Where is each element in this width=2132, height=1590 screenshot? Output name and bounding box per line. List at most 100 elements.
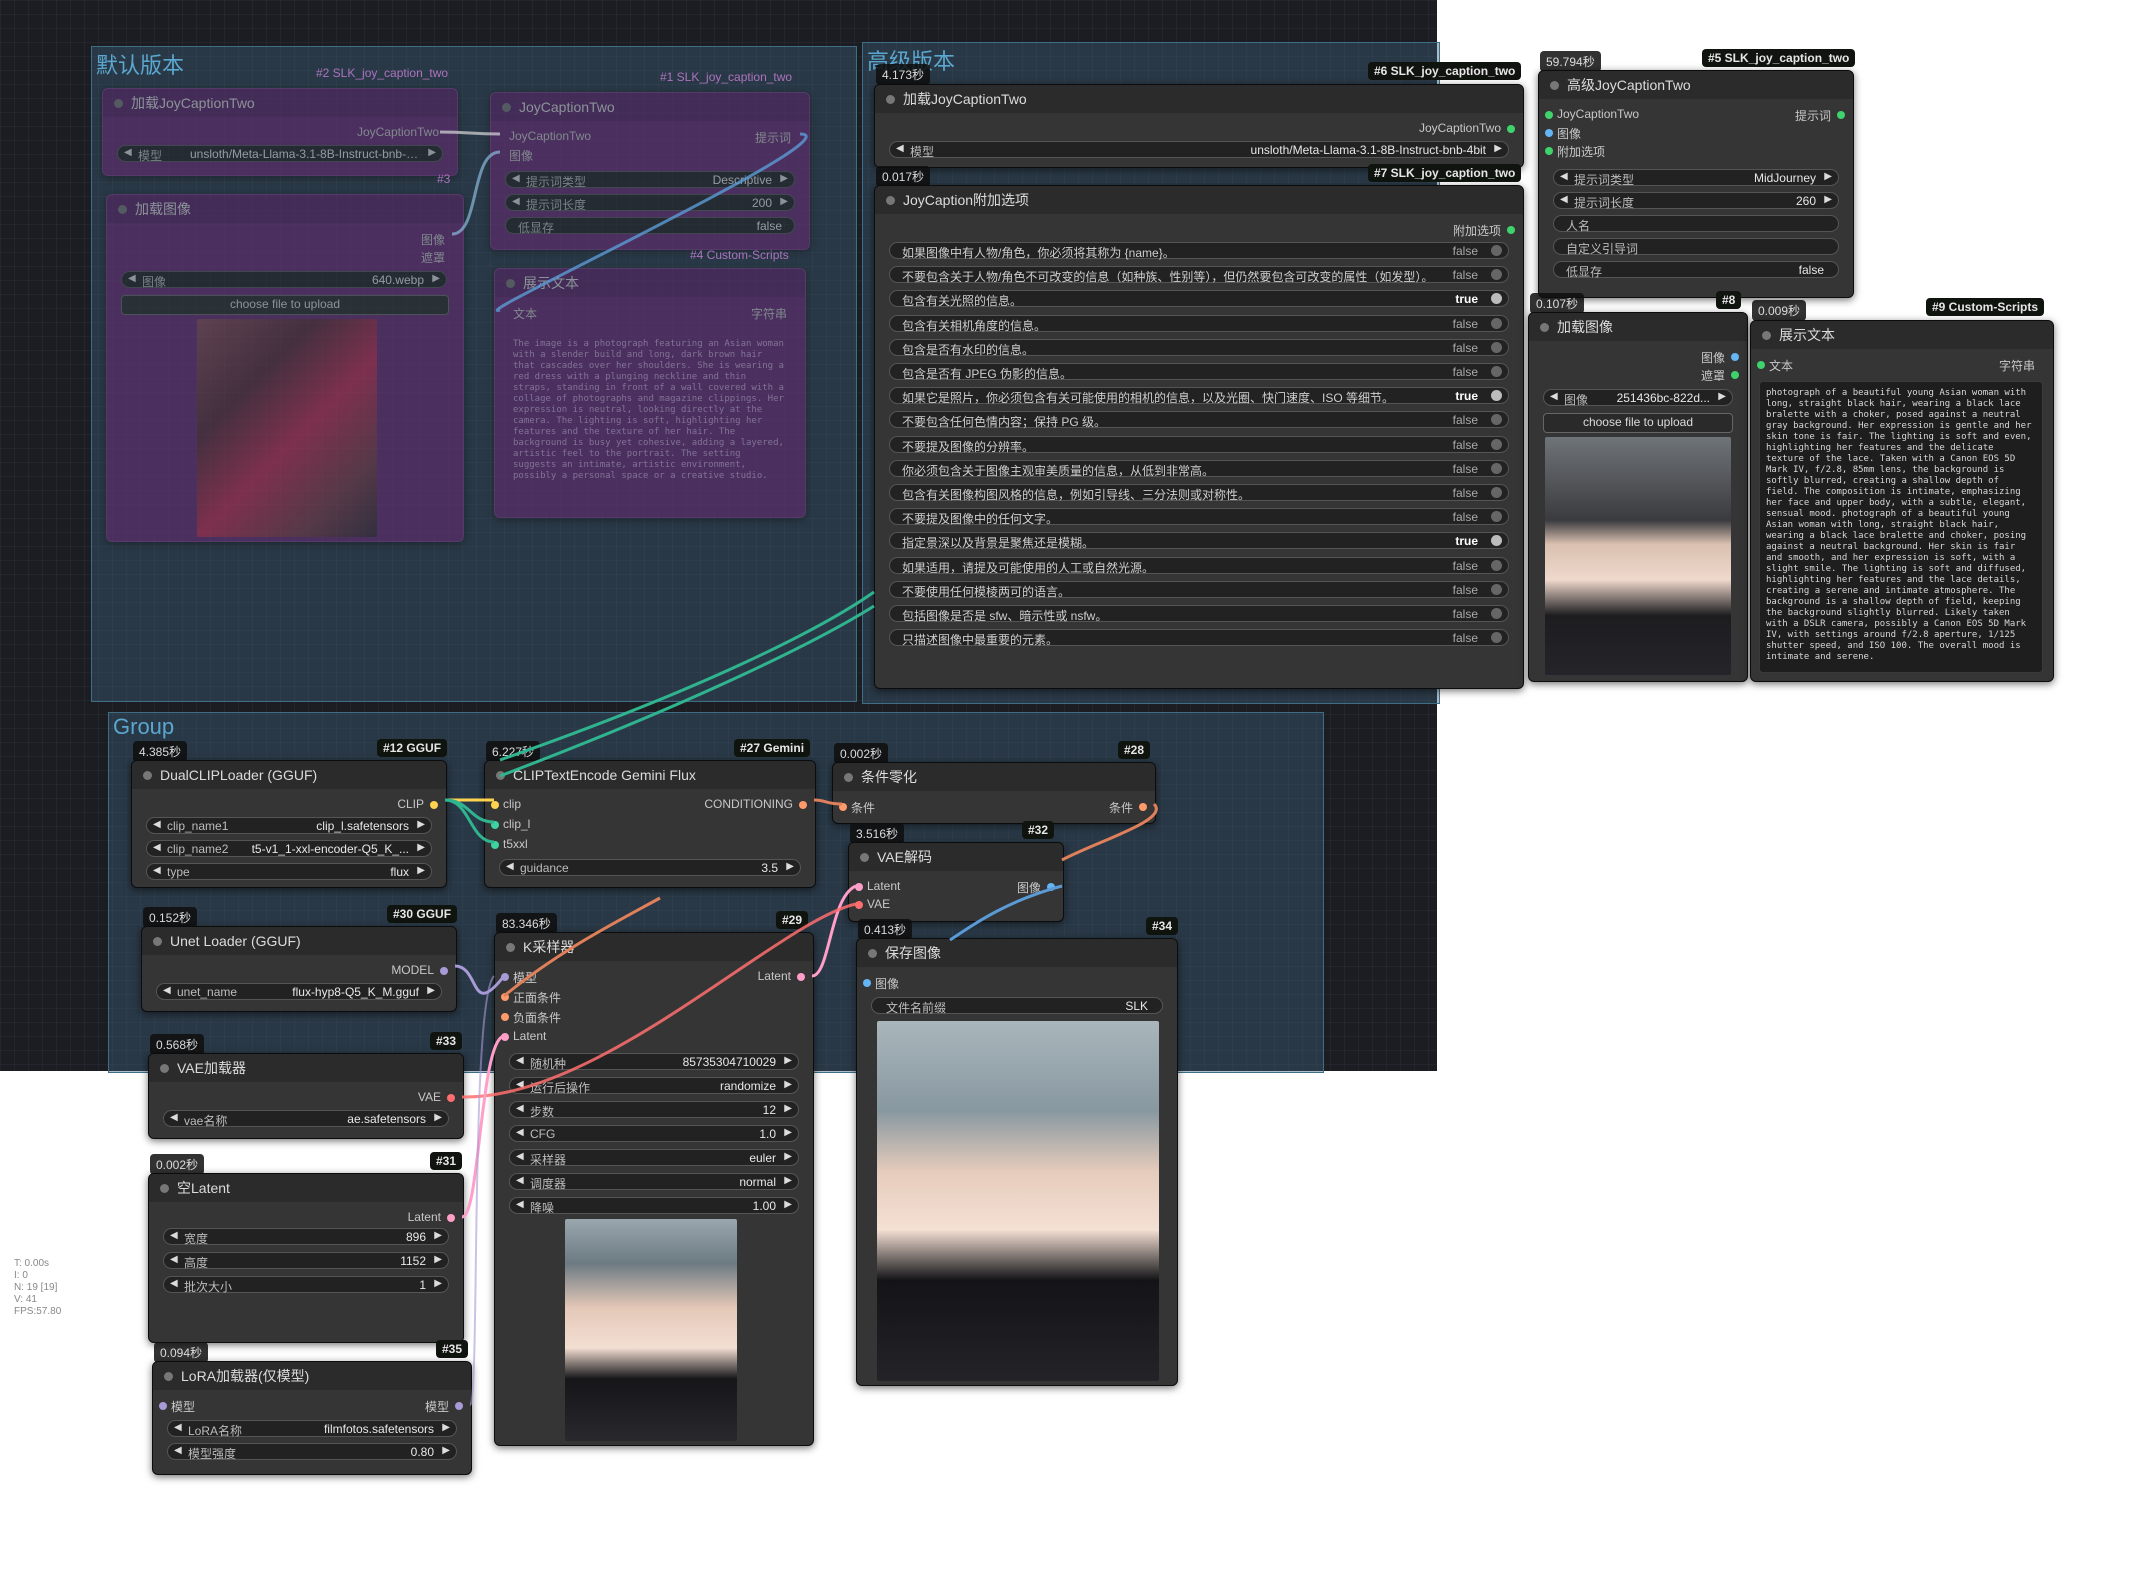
- arrow-right-icon[interactable]: ▶: [784, 1055, 792, 1066]
- input-dot[interactable]: [491, 801, 499, 809]
- arrow-right-icon[interactable]: ▶: [1494, 143, 1502, 154]
- lora-name-widget[interactable]: ◀ LoRA名称 filmfotos.safetensors ▶: [167, 1420, 457, 1438]
- value-widget[interactable]: ◀ 采样器 euler ▶: [509, 1149, 799, 1167]
- node-joycaption-options[interactable]: JoyCaption附加选项 附加选项 如果图像中有人物/角色，你必须将其称为 …: [874, 185, 1524, 689]
- option-toggle[interactable]: 如果适用，请提及可能使用的人工或自然光源。 false: [889, 556, 1509, 575]
- input-dot[interactable]: [1545, 147, 1553, 155]
- option-toggle[interactable]: 不要提及图像中的任何文字。 false: [889, 508, 1509, 526]
- option-toggle[interactable]: 你必须包含关于图像主观审美质量的信息，从低到非常高。 false: [889, 459, 1509, 478]
- arrow-right-icon[interactable]: ▶: [784, 1175, 792, 1186]
- value-widget[interactable]: ◀ 运行后操作 randomize ▶: [509, 1077, 799, 1095]
- image-widget[interactable]: ◀ 图像 640.webp ▶: [121, 271, 447, 289]
- node-ksampler[interactable]: K采样器 模型 正面条件 负面条件 Latent Latent ◀ 随机种 8573…: [494, 932, 814, 1446]
- node-unet-loader[interactable]: Unet Loader (GGUF) MODEL ◀ unet_name flux-…: [141, 926, 457, 1012]
- input-dot[interactable]: [501, 993, 509, 1001]
- option-toggle[interactable]: 包括图像是否是 sfw、暗示性或 nsfw。 false: [889, 605, 1509, 623]
- option-toggle[interactable]: 不要使用任何模棱两可的语言。 false: [889, 580, 1509, 599]
- option-toggle[interactable]: 包含是否有水印的信息。 false: [889, 338, 1509, 357]
- model-widget[interactable]: ◀ 模型 unsloth/Meta-Llama-3.1-8B-Instruct-…: [117, 145, 443, 163]
- output-dot[interactable]: [1139, 803, 1147, 811]
- prompt-type-widget[interactable]: ◀ 提示词类型 Descriptive ▶: [505, 171, 795, 189]
- input-dot[interactable]: [839, 803, 847, 811]
- output-dot[interactable]: [447, 1214, 455, 1222]
- toggle-icon[interactable]: [1491, 438, 1502, 450]
- arrow-left-icon[interactable]: ◀: [516, 1175, 524, 1186]
- toggle-icon[interactable]: [1491, 608, 1502, 619]
- toggle-icon[interactable]: [1491, 559, 1502, 571]
- node-show-text-ghost[interactable]: 展示文本 文本 字符串 The image is a photograph fe…: [494, 268, 806, 518]
- guidance-widget[interactable]: ◀ guidance 3.5 ▶: [499, 859, 801, 876]
- custom-prompt-field[interactable]: 自定义引导词: [1553, 238, 1839, 256]
- toggle-icon[interactable]: [1491, 632, 1502, 644]
- arrow-left-icon[interactable]: ◀: [516, 1055, 524, 1066]
- arrow-left-icon[interactable]: ◀: [516, 1151, 524, 1162]
- input-dot[interactable]: [1757, 361, 1765, 369]
- output-dot[interactable]: [799, 801, 807, 809]
- arrow-right-icon[interactable]: ▶: [428, 147, 436, 158]
- input-dot[interactable]: [501, 1033, 509, 1041]
- toggle-icon[interactable]: [1491, 341, 1502, 353]
- value-widget[interactable]: ◀ 高度 1152 ▶: [163, 1252, 449, 1270]
- toggle-icon[interactable]: [1491, 487, 1502, 498]
- value-widget[interactable]: ◀ CFG 1.0 ▶: [509, 1125, 799, 1142]
- clip-name1-widget[interactable]: ◀ clip_name1 clip_l.safetensors ▶: [146, 817, 432, 834]
- option-toggle[interactable]: 包含有关光照的信息。 true: [889, 290, 1509, 308]
- input-dot[interactable]: [1545, 111, 1553, 119]
- arrow-right-icon[interactable]: ▶: [784, 1079, 792, 1090]
- arrow-right-icon[interactable]: ▶: [784, 1151, 792, 1162]
- toggle-icon[interactable]: [1491, 245, 1502, 256]
- toggle-icon[interactable]: [1491, 317, 1502, 329]
- node-joycaption-ghost[interactable]: JoyCaptionTwo JoyCaptionTwo 图像 提示词 ◀ 提示词类…: [490, 92, 810, 250]
- type-widget[interactable]: ◀ type flux ▶: [146, 863, 432, 880]
- arrow-right-icon[interactable]: ▶: [784, 1199, 792, 1210]
- prompt-length-widget[interactable]: ◀ 提示词长度 260 ▶: [1553, 192, 1839, 210]
- input-dot[interactable]: [863, 979, 871, 987]
- output-dot[interactable]: [1507, 226, 1515, 234]
- output-dot[interactable]: [440, 967, 448, 975]
- node-empty-latent[interactable]: 空Latent Latent ◀ 宽度 896 ▶ ◀ 高度 1152 ▶ ◀ 批次大小 1 ▶: [148, 1173, 464, 1343]
- node-vae-loader[interactable]: VAE加载器 VAE ◀ vae名称 ae.safetensors ▶: [148, 1053, 464, 1139]
- toggle-icon[interactable]: [1491, 269, 1502, 281]
- node-conditioning-zero[interactable]: 条件零化 条件 条件: [832, 762, 1156, 824]
- arrow-left-icon[interactable]: ◀: [516, 1127, 524, 1138]
- option-toggle[interactable]: 指定景深以及背景是聚焦还是模糊。 true: [889, 532, 1509, 550]
- option-toggle[interactable]: 不要包含任何色情内容；保持 PG 级。 false: [889, 411, 1509, 429]
- option-toggle[interactable]: 包含有关图像构图风格的信息，例如引导线、三分法则或对称性。 false: [889, 484, 1509, 502]
- input-dot[interactable]: [1545, 129, 1553, 137]
- output-dot[interactable]: [1731, 353, 1739, 361]
- input-dot[interactable]: [159, 1402, 167, 1410]
- option-toggle[interactable]: 只描述图像中最重要的元素。 false: [889, 629, 1509, 647]
- node-load-image-ghost[interactable]: 加载图像 图像 遮罩 ◀ 图像 640.webp ▶ choose file to u…: [106, 194, 464, 542]
- value-widget[interactable]: ◀ 步数 12 ▶: [509, 1101, 799, 1119]
- node-lora-loader[interactable]: LoRA加载器(仅模型) 模型 模型 ◀ LoRA名称 filmfotos.safe…: [152, 1361, 472, 1475]
- value-widget[interactable]: ◀ 降噪 1.00 ▶: [509, 1197, 799, 1215]
- node-dualcliploader[interactable]: DualCLIPLoader (GGUF) CLIP ◀ clip_name1 cl…: [131, 760, 447, 888]
- person-name-field[interactable]: 人名: [1553, 215, 1839, 233]
- option-toggle[interactable]: 不要提及图像的分辨率。 false: [889, 435, 1509, 454]
- unet-name-widget[interactable]: ◀ unet_name flux-hyp8-Q5_K_M.gguf ▶: [156, 983, 442, 1000]
- prompt-type-widget[interactable]: ◀ 提示词类型 MidJourney ▶: [1553, 169, 1839, 187]
- node-advanced-joycaptiontwo[interactable]: 高级JoyCaptionTwo JoyCaptionTwo 图像 附加选项 提示…: [1538, 70, 1854, 298]
- node-load-joycaption-ghost[interactable]: 加载JoyCaptionTwo JoyCaptionTwo ◀ 模型 unslo…: [102, 88, 458, 176]
- output-dot[interactable]: [455, 1402, 463, 1410]
- vae-name-widget[interactable]: ◀ vae名称 ae.safetensors ▶: [163, 1110, 449, 1128]
- value-widget[interactable]: ◀ 调度器 normal ▶: [509, 1173, 799, 1191]
- toggle-icon[interactable]: [1491, 390, 1502, 402]
- arrow-left-icon[interactable]: ◀: [516, 1103, 524, 1114]
- output-dot[interactable]: [447, 1094, 455, 1102]
- low-vram-widget[interactable]: 低显存 false: [1553, 261, 1839, 279]
- arrow-left-icon[interactable]: ◀: [170, 1254, 178, 1265]
- arrow-right-icon[interactable]: ▶: [434, 1278, 442, 1289]
- arrow-left-icon[interactable]: ◀: [170, 1230, 178, 1241]
- upload-button[interactable]: choose file to upload: [121, 295, 449, 315]
- option-toggle[interactable]: 包含是否有 JPEG 伪影的信息。 false: [889, 363, 1509, 381]
- arrow-right-icon[interactable]: ▶: [434, 1254, 442, 1265]
- value-widget[interactable]: ◀ 随机种 857353047100​29 ▶: [509, 1053, 799, 1071]
- input-dot[interactable]: [491, 841, 499, 849]
- input-dot[interactable]: [501, 973, 509, 981]
- model-strength-widget[interactable]: ◀ 模型强度 0.80 ▶: [167, 1443, 457, 1461]
- output-dot[interactable]: [1507, 125, 1515, 133]
- arrow-right-icon[interactable]: ▶: [784, 1127, 792, 1138]
- toggle-icon[interactable]: [1491, 583, 1502, 595]
- arrow-left-icon[interactable]: ◀: [516, 1199, 524, 1210]
